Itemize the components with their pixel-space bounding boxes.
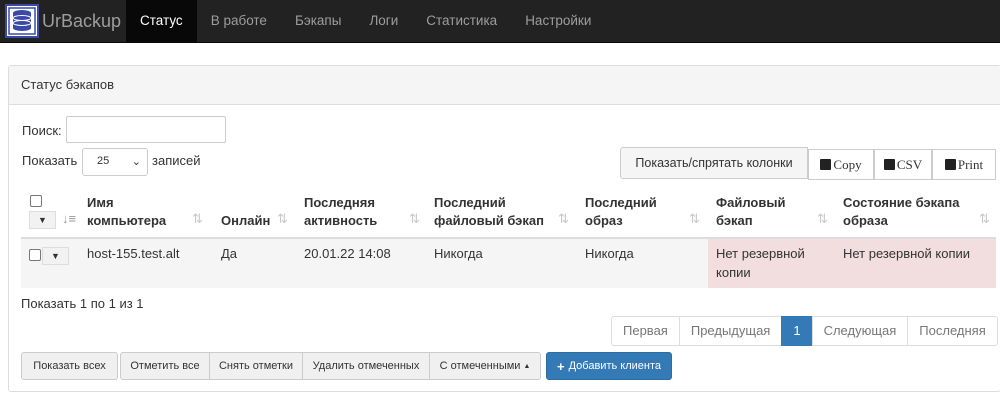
chevron-down-icon: ⌄ xyxy=(131,156,141,168)
add-client-button[interactable]: + Добавить клиента xyxy=(546,352,672,380)
copy-button[interactable]: Copy xyxy=(808,149,874,180)
length-prefix: Показать xyxy=(22,153,78,168)
page-first[interactable]: Первая xyxy=(611,316,680,346)
urbackup-logo-icon xyxy=(5,4,39,38)
page-length-select[interactable]: 25 ⌄ xyxy=(82,148,148,176)
nav-in-progress[interactable]: В работе xyxy=(197,0,281,43)
length-suffix: записей xyxy=(152,153,201,168)
top-navbar: UrBackup Статус В работе Бэкапы Логи Ста… xyxy=(0,0,1000,43)
cell-last-image: Никогда xyxy=(585,246,634,261)
csv-icon xyxy=(883,159,895,170)
print-button[interactable]: Print xyxy=(932,149,996,180)
deselect-button[interactable]: Снять отметки xyxy=(209,352,303,380)
cell-name[interactable]: host-155.test.alt xyxy=(87,244,180,263)
header-row-menu[interactable]: ▼ xyxy=(29,211,56,229)
csv-label: CSV xyxy=(896,156,923,172)
csv-button[interactable]: CSV xyxy=(874,149,932,180)
sort-icon[interactable]: ⇅ xyxy=(979,211,990,227)
col-header-name[interactable]: Имя компьютера xyxy=(87,194,166,230)
sort-icon[interactable]: ⇅ xyxy=(817,211,828,227)
cell-last-seen: 20.01.22 14:08 xyxy=(304,246,391,261)
cell-online: Да xyxy=(221,246,238,261)
nav-status[interactable]: Статус xyxy=(126,0,197,43)
search-label: Поиск: xyxy=(22,123,62,138)
page-current[interactable]: 1 xyxy=(781,316,813,346)
col-header-image-status[interactable]: Состояние бэкапа образа xyxy=(843,194,959,230)
select-all-button[interactable]: Отметить все xyxy=(120,352,210,380)
page-prev[interactable]: Предыдущая xyxy=(678,316,783,346)
sort-icon[interactable]: ⇅ xyxy=(558,211,569,227)
select-all-checkbox[interactable] xyxy=(30,195,42,207)
col-header-last-seen[interactable]: Последняя активность xyxy=(304,194,377,230)
cell-file-status: Нет резервной копии xyxy=(716,246,805,280)
cell-last-file-backup: Никогда xyxy=(434,246,483,261)
add-client-label: Добавить клиента xyxy=(568,360,661,372)
with-selected-label: С отмеченными xyxy=(439,360,521,372)
plus-icon: + xyxy=(557,358,565,374)
page-last[interactable]: Последняя xyxy=(907,316,998,346)
show-all-button[interactable]: Показать всех xyxy=(21,352,118,380)
col-header-last-image[interactable]: Последний образ xyxy=(585,194,657,230)
print-label: Print xyxy=(957,156,984,172)
cell-image-status: Нет резервной копии xyxy=(843,246,971,261)
page-length-value: 25 xyxy=(97,155,110,167)
row-checkbox[interactable] xyxy=(29,249,41,261)
brand-name: UrBackup xyxy=(42,10,122,31)
copy-label: Copy xyxy=(833,156,862,172)
table-info: Показать 1 по 1 из 1 xyxy=(21,296,144,311)
nav-backups[interactable]: Бэкапы xyxy=(281,0,355,43)
nav-statistics[interactable]: Статистика xyxy=(412,0,511,43)
pagination: Первая Предыдущая 1 Следующая Последняя xyxy=(611,316,998,346)
main-nav: Статус В работе Бэкапы Логи Статистика Н… xyxy=(126,0,605,43)
page-next[interactable]: Следующая xyxy=(811,316,909,346)
copy-icon xyxy=(820,159,832,170)
print-icon xyxy=(944,159,956,170)
col-header-file-status[interactable]: Файловый бэкап xyxy=(716,194,785,230)
col-header-online[interactable]: Онлайн xyxy=(221,212,270,230)
nav-settings[interactable]: Настройки xyxy=(511,0,605,43)
with-selected-dropdown[interactable]: С отмеченными ▲ xyxy=(429,352,541,380)
col-header-last-file-backup[interactable]: Последний файловый бэкап xyxy=(434,194,544,230)
delete-selected-button[interactable]: Удалить отмеченных xyxy=(302,352,430,380)
sort-asc-icon[interactable]: ↓≡ xyxy=(62,211,76,226)
sort-icon[interactable]: ⇅ xyxy=(689,211,700,227)
status-panel: Статус бэкапов Поиск: Показать 25 ⌄ запи… xyxy=(8,65,1000,392)
sort-icon[interactable]: ⇅ xyxy=(409,211,420,227)
sort-icon[interactable]: ⇅ xyxy=(277,211,288,227)
caret-down-icon: ▲ xyxy=(523,362,531,370)
nav-logs[interactable]: Логи xyxy=(355,0,412,43)
brand[interactable]: UrBackup xyxy=(5,4,121,38)
column-visibility-button[interactable]: Показать/спрятать колонки xyxy=(620,147,808,179)
search-input[interactable] xyxy=(66,116,226,143)
row-menu[interactable]: ▼ xyxy=(42,247,69,265)
panel-title: Статус бэкапов xyxy=(9,66,1000,105)
sort-icon[interactable]: ⇅ xyxy=(192,211,203,227)
